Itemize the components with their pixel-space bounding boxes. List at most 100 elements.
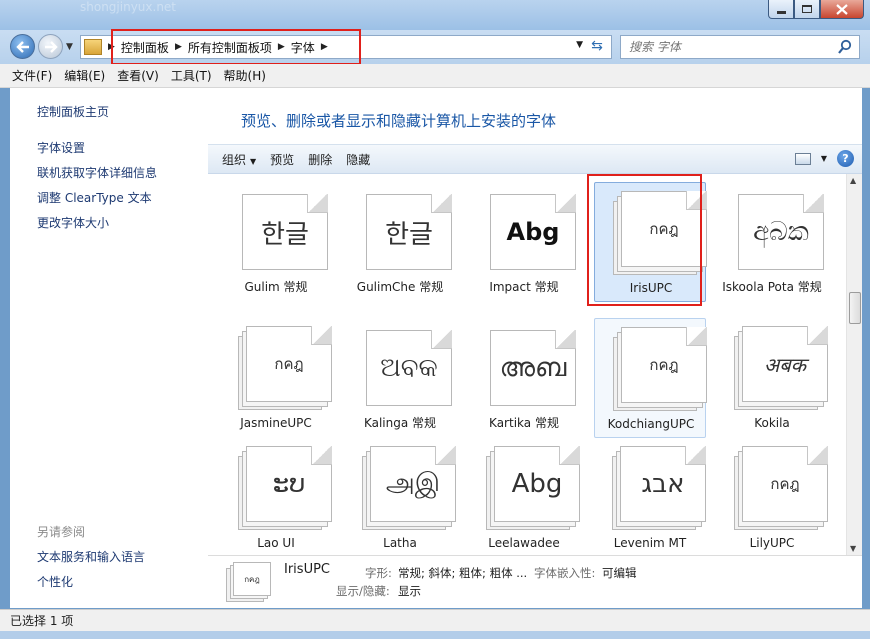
font-sample-glyph: अबक xyxy=(763,352,807,377)
thumbnail-glyph: กคฎ xyxy=(244,574,260,584)
font-file-icon: กคฎ xyxy=(734,446,830,530)
help-icon[interactable]: ? xyxy=(837,150,854,167)
font-sample-glyph: Abg xyxy=(506,218,560,246)
personalization-link[interactable]: 个性化 xyxy=(37,573,73,590)
organize-button[interactable]: 组织 ▼ xyxy=(222,151,256,168)
minimize-icon xyxy=(776,10,786,14)
forward-arrow-icon xyxy=(44,40,58,53)
selected-font-highlight-box xyxy=(587,174,702,306)
search-input[interactable] xyxy=(629,40,829,54)
details-pane: กคฎ IrisUPC 字形: 常规; 斜体; 粗体; 粗体 ... 字体嵌入性… xyxy=(208,555,862,608)
menu-file[interactable]: 文件(F) xyxy=(12,67,52,84)
style-label: 字形: xyxy=(365,566,392,580)
chevron-down-icon: ▼ xyxy=(250,156,257,166)
font-name-label: Latha xyxy=(383,536,417,550)
back-button[interactable] xyxy=(10,34,35,59)
font-file-icon: අබක xyxy=(734,190,830,274)
vertical-scrollbar[interactable]: ▲ ▼ xyxy=(846,174,862,555)
get-font-info-online-link[interactable]: 联机获取字体详细信息 xyxy=(37,164,157,181)
font-sample-glyph: กคฎ xyxy=(770,475,800,493)
font-sample-glyph: අබක xyxy=(753,216,809,247)
command-bar: 组织 ▼ 预览 删除 隐藏 ▼ ? xyxy=(208,144,862,174)
window-controls xyxy=(768,0,864,19)
view-dropdown-icon[interactable]: ▼ xyxy=(821,154,827,163)
maximize-button[interactable] xyxy=(794,0,820,19)
recent-pages-dropdown-icon[interactable]: ▼ xyxy=(66,42,73,52)
font-sample-glyph: 한글 xyxy=(261,219,309,250)
font-grid: 한글 Gulim 常规 한글 GulimChe 常规 Abg Impact 常规 กคฎ Ir… xyxy=(208,174,846,554)
font-file-icon: 한글 xyxy=(238,190,334,274)
visibility-value: 显示 xyxy=(398,584,421,598)
font-tile[interactable]: กคฎ KodchiangUPC xyxy=(594,318,709,438)
change-font-size-link[interactable]: 更改字体大小 xyxy=(37,214,109,231)
font-tile[interactable]: அஇ Latha xyxy=(344,438,456,554)
font-sample-glyph: ະບ xyxy=(272,469,306,499)
scrollbar-thumb[interactable] xyxy=(849,292,861,324)
font-tile[interactable]: ଅବକ Kalinga 常规 xyxy=(344,318,456,438)
font-sample-glyph: அஇ xyxy=(385,467,441,498)
font-sample-glyph: กคฎ xyxy=(274,355,304,373)
window-ghost-title: shongjinyux.net xyxy=(80,0,177,14)
address-dropdown-icon[interactable]: ▼ xyxy=(576,40,583,50)
font-sample-glyph: 한글 xyxy=(385,219,433,250)
font-tile[interactable]: අබක Iskoola Pota 常规 xyxy=(716,182,828,302)
font-name-label: Gulim 常规 xyxy=(244,280,308,294)
font-file-icon: अबक xyxy=(734,326,830,410)
control-panel-home-link[interactable]: 控制面板主页 xyxy=(37,103,109,120)
close-button[interactable] xyxy=(820,0,864,19)
status-text: 已选择 1 项 xyxy=(10,614,74,628)
see-also-header: 另请参阅 xyxy=(37,525,86,539)
task-pane: 控制面板主页 字体设置 联机获取字体详细信息 调整 ClearType 文本 更… xyxy=(10,88,208,608)
selected-font-name: IrisUPC xyxy=(284,562,330,577)
font-tile[interactable]: അബ Kartika 常规 xyxy=(468,318,580,438)
scroll-down-icon[interactable]: ▼ xyxy=(850,544,856,553)
organize-label: 组织 xyxy=(222,152,247,167)
font-tile[interactable]: Abg Impact 常规 xyxy=(468,182,580,302)
font-name-label: Iskoola Pota 常规 xyxy=(722,280,822,294)
search-box[interactable] xyxy=(620,35,860,59)
refresh-icon[interactable]: ⇆ xyxy=(587,38,607,56)
control-panel-icon xyxy=(84,39,102,55)
change-view-icon[interactable] xyxy=(794,152,811,165)
window-bottom-border xyxy=(0,631,870,639)
font-tile[interactable]: 한글 GulimChe 常规 xyxy=(344,182,456,302)
font-settings-link[interactable]: 字体设置 xyxy=(37,139,85,156)
font-tile[interactable]: Abg Leelawadee xyxy=(468,438,580,554)
font-name-label: Kartika 常规 xyxy=(489,416,559,430)
scroll-up-icon[interactable]: ▲ xyxy=(850,176,856,185)
font-tile[interactable]: अबक Kokila xyxy=(716,318,828,438)
delete-button[interactable]: 删除 xyxy=(308,151,332,168)
minimize-button[interactable] xyxy=(768,0,794,19)
content-pane: 预览、删除或者显示和隐藏计算机上安装的字体 组织 ▼ 预览 删除 隐藏 ▼ ? 한… xyxy=(208,88,862,608)
font-tile[interactable]: ະບ Lao UI xyxy=(220,438,332,554)
font-sample-glyph: അബ xyxy=(499,352,567,383)
text-services-link[interactable]: 文本服务和输入语言 xyxy=(37,548,145,565)
font-name-label: LilyUPC xyxy=(749,536,795,550)
font-tile[interactable]: กคฎ LilyUPC xyxy=(716,438,828,554)
hide-button[interactable]: 隐藏 xyxy=(346,151,370,168)
font-name-label: Leelawadee xyxy=(488,536,560,550)
font-tile[interactable]: אבג Levenim MT xyxy=(594,438,706,554)
font-tile[interactable]: กคฎ JasmineUPC xyxy=(220,318,332,438)
font-tile[interactable]: 한글 Gulim 常规 xyxy=(220,182,332,302)
font-file-icon: Abg xyxy=(486,190,582,274)
font-file-icon: അബ xyxy=(486,326,582,410)
menu-view[interactable]: 查看(V) xyxy=(117,67,159,84)
forward-button[interactable] xyxy=(38,34,63,59)
adjust-cleartype-link[interactable]: 调整 ClearType 文本 xyxy=(37,189,152,206)
font-name-label: Impact 常规 xyxy=(489,280,559,294)
menu-edit[interactable]: 编辑(E) xyxy=(64,67,105,84)
font-file-icon: กคฎ xyxy=(613,327,709,411)
maximize-icon xyxy=(802,5,812,13)
font-file-icon: 한글 xyxy=(362,190,458,274)
font-sample-glyph: אבג xyxy=(641,469,685,499)
font-name-label: Lao UI xyxy=(257,536,295,550)
menu-help[interactable]: 帮助(H) xyxy=(224,67,266,84)
visibility-label: 显示/隐藏: xyxy=(336,584,390,598)
status-bar: 已选择 1 项 xyxy=(0,609,870,631)
menu-tools[interactable]: 工具(T) xyxy=(171,67,212,84)
font-name-label: GulimChe 常规 xyxy=(356,280,444,294)
font-file-icon: ະບ xyxy=(238,446,334,530)
search-icon[interactable] xyxy=(837,39,853,55)
preview-button[interactable]: 预览 xyxy=(270,151,294,168)
